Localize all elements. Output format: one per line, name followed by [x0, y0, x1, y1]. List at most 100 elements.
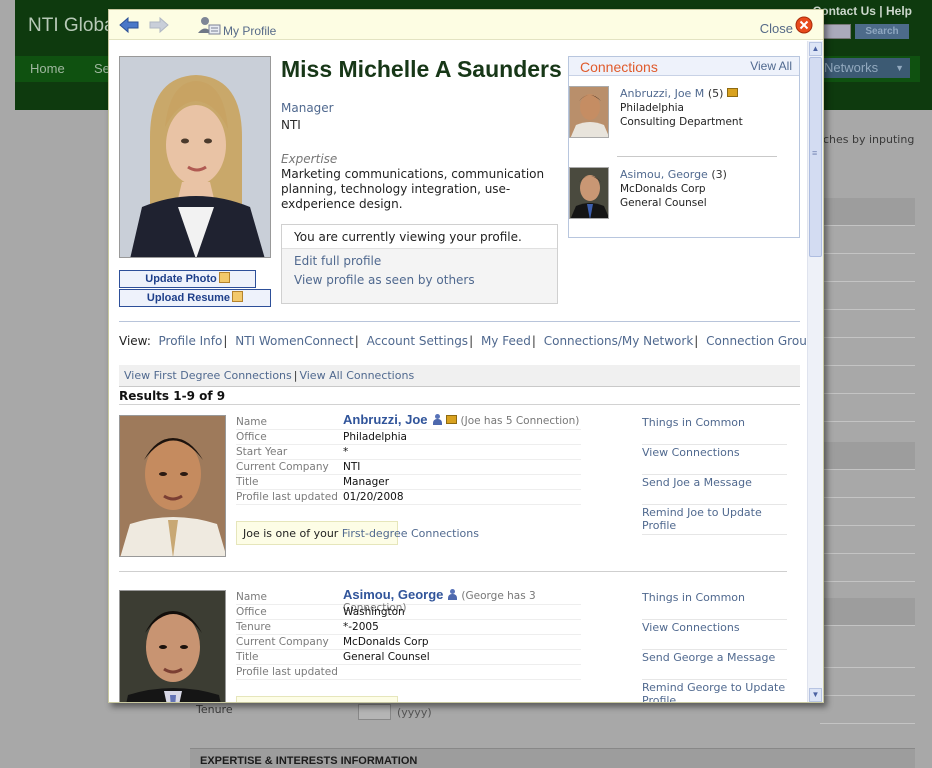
result-field: Office Washington — [236, 605, 581, 620]
all-connections-link[interactable]: View All Connections — [299, 369, 414, 382]
field-label: Profile last updated — [236, 491, 338, 503]
menu-separator: | — [354, 334, 359, 348]
connection-avatar[interactable] — [569, 86, 609, 138]
result-field: Profile last updated — [236, 665, 581, 680]
my-profile-label: My Profile — [223, 24, 277, 38]
bg-row — [820, 366, 915, 394]
view-account-settings-link[interactable]: Account Settings — [367, 334, 468, 348]
result-row: Name Anbruzzi, Joe (Joe has 5 Connection)… — [119, 412, 787, 585]
subnav-separator: | — [293, 369, 298, 382]
close-icon[interactable] — [795, 16, 813, 34]
field-value: NTI — [343, 461, 361, 473]
field-label: Name — [236, 416, 267, 428]
remind-update-link[interactable]: Remind George to Update Profile — [642, 680, 787, 702]
result-photo[interactable] — [119, 415, 226, 557]
bg-row — [820, 310, 915, 338]
view-my-feed-link[interactable]: My Feed — [481, 334, 531, 348]
view-connections-link[interactable]: View Connections — [642, 445, 787, 475]
connection-avatar[interactable] — [569, 167, 609, 219]
bg-tenure-input[interactable] — [358, 704, 391, 720]
result-connection-note: (Joe has 5 Connection) — [460, 415, 580, 427]
view-profile-info-link[interactable]: Profile Info — [159, 334, 223, 348]
result-field-name: Name Anbruzzi, Joe (Joe has 5 Connection) — [236, 412, 581, 430]
connections-view-all-link[interactable]: View All — [750, 59, 792, 73]
back-arrow-icon[interactable] — [118, 16, 140, 34]
field-value: Anbruzzi, Joe (Joe has 5 Connection) — [343, 412, 579, 427]
field-label: Office — [236, 606, 267, 618]
field-value: Philadelphia — [343, 431, 407, 443]
view-menu: View: Profile Info| NTI WomenConnect| Ac… — [119, 321, 807, 348]
update-photo-button[interactable]: Update Photo — [119, 270, 256, 288]
bg-row — [820, 598, 915, 626]
results-divider — [119, 404, 800, 405]
result-divider — [119, 571, 787, 572]
scroll-down-icon[interactable]: ▼ — [809, 688, 822, 702]
connection-dept: Consulting Department — [620, 116, 743, 128]
scroll-thumb[interactable] — [809, 57, 822, 257]
field-label: Profile last updated — [236, 666, 338, 678]
result-field-name: Name Asimou, George (George has 3 Connect… — [236, 587, 581, 614]
result-field: Profile last updated 01/20/2008 — [236, 490, 581, 505]
connection-company: McDonalds Corp — [620, 183, 706, 195]
help-link[interactable]: Help — [886, 4, 912, 18]
bg-networks-select[interactable]: Networks ▼ — [818, 58, 910, 78]
connection-title: General Counsel — [620, 197, 707, 209]
view-women-connect-link[interactable]: NTI WomenConnect — [235, 334, 353, 348]
connection-count: (5) — [707, 87, 724, 100]
forward-arrow-icon[interactable] — [148, 16, 170, 34]
field-value: 01/20/2008 — [343, 491, 404, 503]
first-degree-link[interactable]: View First Degree Connections — [124, 369, 292, 382]
close-link[interactable]: Close — [760, 21, 793, 36]
viewing-message: You are currently viewing your profile. — [282, 225, 557, 249]
bg-row — [820, 226, 915, 254]
field-value: General Counsel — [343, 651, 430, 663]
bg-nav-home[interactable]: Home — [30, 61, 65, 76]
scroll-up-icon[interactable]: ▲ — [809, 42, 822, 56]
field-value: Manager — [343, 476, 390, 488]
profile-name: Miss Michelle A Saunders — [281, 56, 562, 82]
bg-search-input[interactable] — [823, 24, 851, 39]
connection-name[interactable]: Anbruzzi, Joe M (5) — [620, 87, 739, 100]
first-degree-connections-link[interactable]: First-degree Connections — [342, 527, 479, 540]
bg-tenure-hint: (yyyy) — [397, 706, 432, 719]
result-photo[interactable] — [119, 590, 226, 702]
bg-search-button[interactable]: Search — [855, 24, 909, 39]
view-as-others-link[interactable]: View profile as seen by others — [282, 273, 557, 287]
viewing-notice: You are currently viewing your profile. … — [281, 224, 558, 304]
menu-separator: | — [223, 334, 228, 348]
result-name-link[interactable]: Anbruzzi, Joe — [343, 412, 428, 427]
result-field: Tenure *-2005 — [236, 620, 581, 635]
profile-photo — [119, 56, 271, 258]
connection-item: Asimou, George (3) McDonalds Corp Genera… — [569, 167, 799, 223]
connection-item: Anbruzzi, Joe M (5) Philadelphia Consult… — [569, 86, 799, 142]
send-message-link[interactable]: Send George a Message — [642, 650, 787, 680]
field-label: Current Company — [236, 461, 329, 473]
bg-row — [820, 442, 915, 470]
profile-card-icon — [197, 16, 221, 36]
bg-row — [820, 526, 915, 554]
result-name-link[interactable]: Asimou, George — [343, 587, 443, 602]
degree-notice — [236, 696, 398, 702]
profile-role[interactable]: Manager — [281, 101, 334, 115]
connection-name-text: Asimou, George — [620, 168, 708, 181]
things-in-common-link[interactable]: Things in Common — [642, 415, 787, 445]
remind-update-link[interactable]: Remind Joe to Update Profile — [642, 505, 787, 535]
edit-icon — [232, 291, 244, 302]
connections-header: Connections View All — [569, 57, 799, 76]
view-connection-groups-link[interactable]: Connection Groups — [706, 334, 807, 348]
expertise-text: Marketing communications, communication … — [281, 167, 545, 211]
connection-name[interactable]: Asimou, George (3) — [620, 168, 727, 181]
modal-scrollbar[interactable]: ▲ ▼ — [807, 41, 823, 702]
send-message-link[interactable]: Send Joe a Message — [642, 475, 787, 505]
result-actions: Things in Common View Connections Send J… — [642, 415, 787, 535]
things-in-common-link[interactable]: Things in Common — [642, 590, 787, 620]
view-connections-link[interactable]: Connections/My Network — [544, 334, 694, 348]
person-icon — [432, 414, 442, 425]
field-label: Tenure — [236, 621, 271, 633]
upload-resume-button[interactable]: Upload Resume — [119, 289, 271, 307]
bg-top-links: Contact Us | Help — [812, 4, 912, 18]
connections-panel: Connections View All Anbruzzi, Joe M (5)… — [568, 56, 800, 238]
field-label: Name — [236, 591, 267, 603]
edit-full-profile-link[interactable]: Edit full profile — [282, 254, 557, 268]
view-connections-link[interactable]: View Connections — [642, 620, 787, 650]
